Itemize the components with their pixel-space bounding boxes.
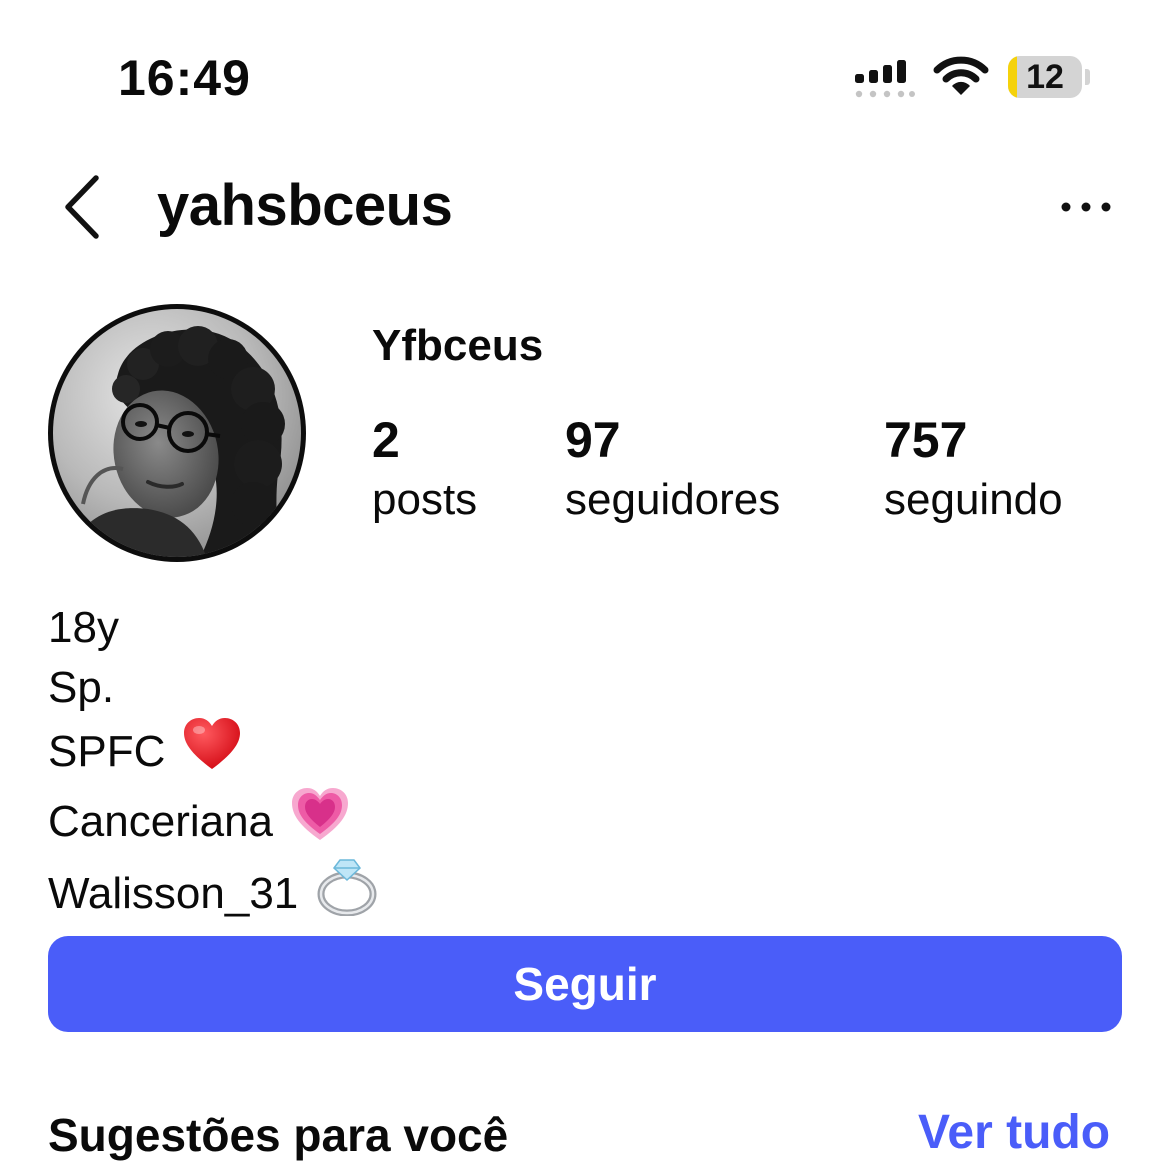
stat-following-label: seguindo — [884, 475, 1063, 524]
see-all-link[interactable]: Ver tudo — [918, 1104, 1110, 1162]
stat-posts[interactable]: 2 posts — [372, 410, 477, 526]
more-options-button[interactable] — [1058, 193, 1114, 221]
battery-percentage: 12 — [1026, 58, 1064, 96]
bio-line: Sp. — [48, 658, 378, 718]
growing-heart-icon — [291, 787, 349, 857]
avatar-photo — [53, 309, 301, 557]
stat-followers-count: 97 — [565, 412, 621, 468]
cellular-signal-icon — [855, 58, 915, 98]
bio-text: Walisson_31 — [48, 869, 299, 918]
wifi-icon — [933, 55, 989, 99]
stat-following[interactable]: 757 seguindo — [884, 410, 1063, 526]
stat-following-count: 757 — [884, 412, 968, 468]
follow-button[interactable]: Seguir — [48, 936, 1122, 1032]
stat-posts-count: 2 — [372, 412, 400, 468]
red-heart-icon — [183, 717, 241, 787]
bio-text: Sp. — [48, 662, 115, 712]
profile-username: yahsbceus — [157, 173, 453, 238]
bio-line: SPFC — [48, 717, 378, 787]
bio-text: Canceriana — [48, 796, 274, 846]
back-button[interactable] — [58, 172, 108, 242]
stat-followers-label: seguidores — [565, 475, 781, 524]
profile-avatar[interactable] — [48, 304, 306, 562]
suggestions-title: Sugestões para você — [48, 1109, 509, 1161]
ellipsis-icon — [1061, 202, 1111, 212]
stat-followers[interactable]: 97 seguidores — [565, 410, 780, 526]
stat-posts-label: posts — [372, 475, 478, 524]
bio-text: SPFC — [48, 727, 166, 776]
bio-line: Canceriana — [48, 787, 378, 857]
profile-display-name: Yfbceus — [372, 321, 544, 370]
status-time: 16:49 — [118, 50, 251, 106]
profile-bio: 18y Sp. SPFC Canceriana Walisson_31 — [48, 598, 378, 932]
battery-icon: 12 — [1008, 56, 1082, 98]
ring-icon — [316, 856, 378, 932]
bio-line: 18y — [48, 598, 378, 658]
bio-text: 18y — [48, 603, 119, 652]
chevron-left-icon — [65, 175, 99, 239]
bio-line: Walisson_31 — [48, 856, 378, 932]
battery-cap — [1085, 69, 1090, 85]
